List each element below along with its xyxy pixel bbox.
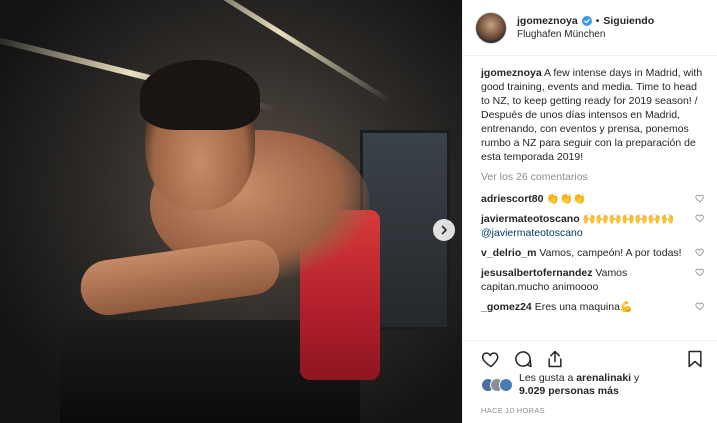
view-all-comments-link[interactable]: Ver los 26 comentarios <box>481 170 705 184</box>
comment-item: adriescort80 👏👏👏 <box>481 192 705 206</box>
comment-mention[interactable]: @javiermateotoscano <box>481 227 583 239</box>
next-photo-button[interactable] <box>433 219 455 241</box>
separator-dot: • <box>595 14 600 27</box>
comment-username[interactable]: adriescort80 <box>481 193 543 205</box>
heart-icon[interactable] <box>695 213 705 223</box>
comment-item: jesusalbertofernandez Vamos capitan.much… <box>481 266 705 294</box>
liker-username[interactable]: arenalinaki <box>576 372 631 384</box>
comment-text: Eres una maquina💪 <box>534 301 633 313</box>
likes-summary: Les gusta a arenalinaki y 9.029 personas… <box>481 372 705 398</box>
action-bar <box>463 340 717 372</box>
comment-username[interactable]: v_delrio_m <box>481 247 536 259</box>
comment-item: _gomez24 Eres una maquina💪 <box>481 300 705 314</box>
comment-text: 👏👏👏 <box>546 193 586 205</box>
avatar[interactable] <box>475 11 507 44</box>
post-caption: jgomeznoya A few intense days in Madrid,… <box>481 66 705 164</box>
heart-icon[interactable] <box>695 301 705 311</box>
comment-username[interactable]: jesusalbertofernandez <box>481 267 592 279</box>
likes-joiner: y <box>634 372 640 384</box>
avatar[interactable] <box>499 378 513 392</box>
likes-text: Les gusta a arenalinaki y 9.029 personas… <box>519 372 639 398</box>
share-icon[interactable] <box>545 349 565 369</box>
caption-username[interactable]: jgomeznoya <box>481 67 542 79</box>
comments-section[interactable]: jgomeznoya A few intense days in Madrid,… <box>463 62 717 338</box>
heart-icon[interactable] <box>695 267 705 277</box>
comment-item: javiermateotoscano 🙌🙌🙌🙌🙌🙌🙌 @javiermateot… <box>481 212 705 240</box>
post-photo <box>0 0 462 423</box>
chevron-right-icon <box>441 225 447 235</box>
comment-username[interactable]: _gomez24 <box>481 301 532 313</box>
likes-count[interactable]: 9.029 personas más <box>519 385 619 397</box>
comment-text: 🙌🙌🙌🙌🙌🙌🙌 <box>582 213 675 225</box>
rider-hair <box>140 60 260 130</box>
caption-text: A few intense days in Madrid, with good … <box>481 67 703 163</box>
post-timestamp: HACE 10 HORAS <box>481 406 545 415</box>
comment-item: v_delrio_m Vamos, campeón! A por todas! <box>481 246 705 260</box>
header-text: jgomeznoya • Siguiendo Flughafen München <box>517 14 654 42</box>
verified-badge-icon <box>581 15 592 26</box>
comment-username[interactable]: javiermateotoscano <box>481 213 580 225</box>
bookmark-icon[interactable] <box>685 349 705 369</box>
instagram-post-view: jgomeznoya • Siguiendo Flughafen München… <box>0 0 717 423</box>
heart-icon[interactable] <box>695 247 705 257</box>
heart-icon[interactable] <box>481 349 501 369</box>
heart-icon[interactable] <box>695 193 705 203</box>
header-line: jgomeznoya • Siguiendo <box>517 14 654 28</box>
comment-text: Vamos, campeón! A por todas! <box>539 247 682 259</box>
liker-avatars <box>481 378 513 392</box>
post-sidebar: jgomeznoya • Siguiendo Flughafen München… <box>462 0 717 423</box>
post-header: jgomeznoya • Siguiendo Flughafen München <box>463 0 717 56</box>
rider-arm <box>77 236 283 319</box>
comment-icon[interactable] <box>513 349 533 369</box>
likes-prefix: Les gusta a <box>519 372 574 384</box>
following-button[interactable]: Siguiendo <box>603 14 654 28</box>
location-link[interactable]: Flughafen München <box>517 28 654 42</box>
author-username[interactable]: jgomeznoya <box>517 14 578 28</box>
